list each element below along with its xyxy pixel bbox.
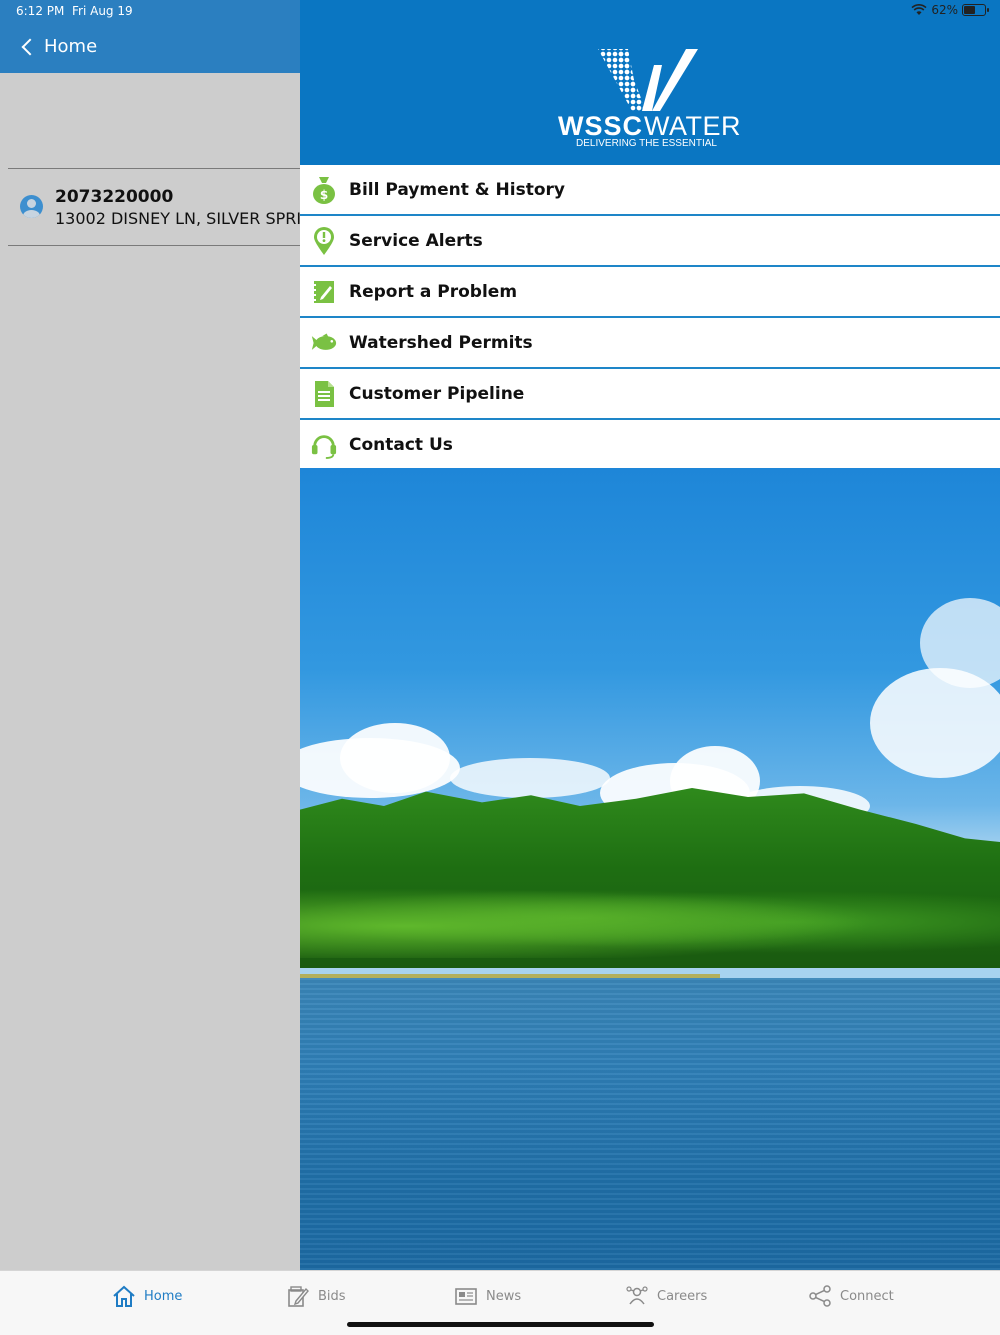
menu-label: Report a Problem [349, 281, 518, 302]
side-menu: WSSC WATER DELIVERING THE ESSENTIAL $ Bi… [300, 0, 1000, 1270]
tab-careers[interactable]: Careers [625, 1284, 707, 1308]
svg-text:WATER: WATER [644, 111, 741, 141]
user-avatar-icon [20, 195, 43, 218]
menu-label: Bill Payment & History [349, 179, 565, 200]
menu-label: Contact Us [349, 434, 453, 455]
menu-label: Customer Pipeline [349, 383, 525, 404]
account-address: 13002 DISNEY LN, SILVER SPRING [55, 209, 300, 228]
tab-label: News [486, 1288, 522, 1304]
tab-news[interactable]: News [454, 1284, 521, 1308]
tab-label: Home [144, 1288, 183, 1304]
menu-item-bill-payment[interactable]: $ Bill Payment & History [300, 165, 1000, 216]
menu-item-contact-us[interactable]: Contact Us [300, 420, 1000, 471]
back-label: Home [44, 36, 98, 57]
wifi-icon [911, 4, 927, 15]
money-bag-icon: $ [311, 175, 337, 205]
battery-icon [962, 4, 989, 16]
home-icon [113, 1285, 135, 1307]
wssc-water-logo: WSSC WATER DELIVERING THE ESSENTIAL [558, 49, 741, 149]
status-time: 6:12 PM [16, 4, 65, 18]
lake-background-image [300, 468, 1000, 1270]
tab-label: Careers [657, 1288, 708, 1304]
news-icon [455, 1288, 477, 1305]
back-button[interactable]: Home [21, 36, 98, 57]
status-date: Fri Aug 19 [72, 4, 133, 18]
battery-percent: 62% [931, 3, 958, 17]
logo-tagline: DELIVERING THE ESSENTIAL [576, 138, 717, 149]
account-number: 2073220000 [55, 187, 174, 207]
menu-list: $ Bill Payment & History Service Alerts [300, 165, 1000, 471]
fish-icon [311, 328, 337, 358]
menu-item-report-problem[interactable]: Report a Problem [300, 267, 1000, 318]
menu-label: Service Alerts [349, 230, 483, 251]
tab-home[interactable]: Home [112, 1284, 182, 1308]
status-right: 62% [911, 3, 989, 17]
account-row[interactable]: 2073220000 13002 DISNEY LN, SILVER SPRIN… [8, 168, 300, 246]
document-icon [311, 379, 337, 409]
tab-connect[interactable]: Connect [808, 1284, 894, 1308]
headset-icon [311, 430, 337, 460]
svg-text:WSSC: WSSC [558, 111, 643, 141]
account-pane: Home 2073220000 13002 DISNEY LN, SILVER … [0, 0, 300, 1270]
notepad-icon [311, 277, 337, 307]
menu-header: WSSC WATER DELIVERING THE ESSENTIAL [300, 0, 1000, 165]
menu-item-watershed-permits[interactable]: Watershed Permits [300, 318, 1000, 369]
chevron-left-icon [21, 38, 39, 56]
tab-label: Connect [840, 1288, 894, 1304]
menu-label: Watershed Permits [349, 332, 533, 353]
svg-text:$: $ [320, 188, 328, 202]
careers-icon [626, 1286, 648, 1305]
bids-icon [288, 1286, 309, 1307]
lake-water [300, 978, 1000, 1270]
tab-bids[interactable]: Bids [286, 1284, 346, 1308]
menu-item-service-alerts[interactable]: Service Alerts [300, 216, 1000, 267]
menu-item-customer-pipeline[interactable]: Customer Pipeline [300, 369, 1000, 420]
tab-label: Bids [318, 1288, 346, 1304]
share-icon [809, 1285, 831, 1307]
status-bar: 6:12 PM Fri Aug 19 62% [0, 0, 1000, 24]
home-indicator [347, 1322, 654, 1327]
alert-pin-icon [311, 226, 337, 256]
